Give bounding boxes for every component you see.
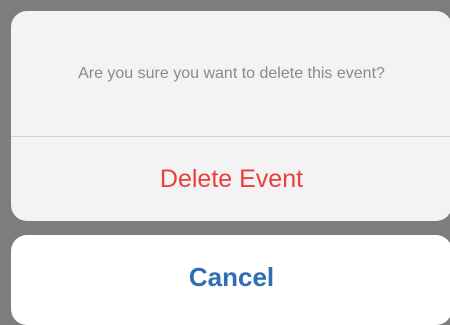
action-sheet: Are you sure you want to delete this eve… [11, 11, 450, 221]
confirmation-message: Are you sure you want to delete this eve… [78, 64, 385, 82]
delete-event-button[interactable]: Delete Event [11, 137, 450, 221]
cancel-sheet: Cancel [11, 235, 450, 325]
cancel-button[interactable]: Cancel [11, 235, 450, 319]
